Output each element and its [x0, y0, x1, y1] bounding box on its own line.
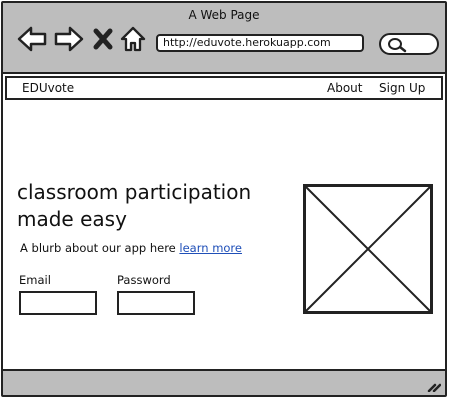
nav-link-sign-up[interactable]: Sign Up	[379, 81, 425, 95]
browser-chrome: A Web Page http://eduvote.herokuapp.com	[3, 3, 445, 74]
url-input[interactable]: http://eduvote.herokuapp.com	[156, 34, 364, 52]
site-navbar: EDUvote About Sign Up	[5, 76, 443, 100]
browser-window: A Web Page http://eduvote.herokuapp.com	[1, 1, 447, 397]
browser-search-field[interactable]	[379, 33, 439, 55]
back-arrow-icon[interactable]	[17, 25, 47, 53]
hero-blurb: A blurb about our app here learn more	[20, 241, 242, 255]
home-icon[interactable]	[120, 25, 146, 53]
resize-grip-icon[interactable]	[427, 378, 441, 392]
close-x-icon[interactable]	[92, 25, 114, 53]
hero-headline-line1: classroom participation	[17, 180, 252, 204]
brand-logo-text[interactable]: EDUvote	[22, 81, 74, 95]
blurb-text: A blurb about our app here	[20, 241, 176, 255]
learn-more-link[interactable]: learn more	[179, 241, 242, 255]
status-bar	[3, 369, 445, 395]
forward-arrow-icon[interactable]	[54, 25, 84, 53]
password-field[interactable]	[117, 291, 195, 315]
window-title: A Web Page	[188, 8, 260, 22]
password-label: Password	[117, 273, 171, 287]
nav-link-about[interactable]: About	[327, 81, 362, 95]
search-icon	[388, 38, 407, 53]
email-label: Email	[19, 273, 51, 287]
hero-headline: classroom participation made easy	[17, 179, 287, 233]
image-placeholder	[303, 184, 433, 314]
hero-headline-line2: made easy	[17, 207, 127, 231]
email-field[interactable]	[19, 291, 97, 315]
